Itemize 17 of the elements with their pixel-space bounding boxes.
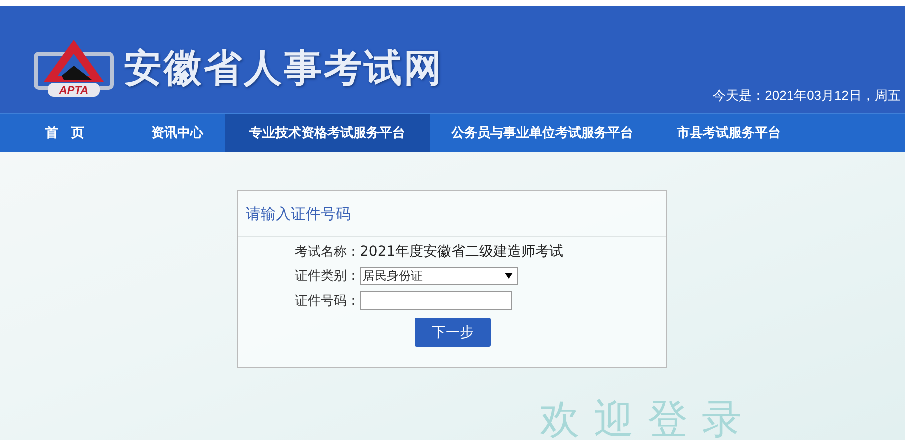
site-title: 安徽省人事考试网 xyxy=(124,44,444,92)
nav-tab[interactable]: 市县考试服务平台 xyxy=(655,114,803,152)
field-label: 考试名称： xyxy=(295,244,360,261)
field-label: 证件类别： xyxy=(295,268,360,285)
next-button[interactable]: 下一步 xyxy=(415,318,491,347)
nav-tab[interactable]: 资讯中心 xyxy=(130,114,225,152)
field-label: 证件号码： xyxy=(295,292,360,310)
dropdown-arrow-icon xyxy=(505,273,513,279)
nav-tab[interactable]: 首 页 xyxy=(0,114,130,152)
nav-tab[interactable]: 公务员与事业单位考试服务平台 xyxy=(430,114,655,152)
welcome-text: 欢迎登录 xyxy=(540,400,756,440)
id-type-dropdown[interactable]: 居民身份证 xyxy=(360,267,518,285)
nav-tab[interactable]: 专业技术资格考试服务平台 xyxy=(225,114,430,152)
date-text: 今天是：2021年03月12日，周五 xyxy=(713,87,901,105)
form-title: 请输入证件号码 xyxy=(238,191,666,237)
exam-name: 2021年度安徽省二级建造师考试 xyxy=(360,243,564,261)
id-number-field[interactable] xyxy=(360,291,512,310)
